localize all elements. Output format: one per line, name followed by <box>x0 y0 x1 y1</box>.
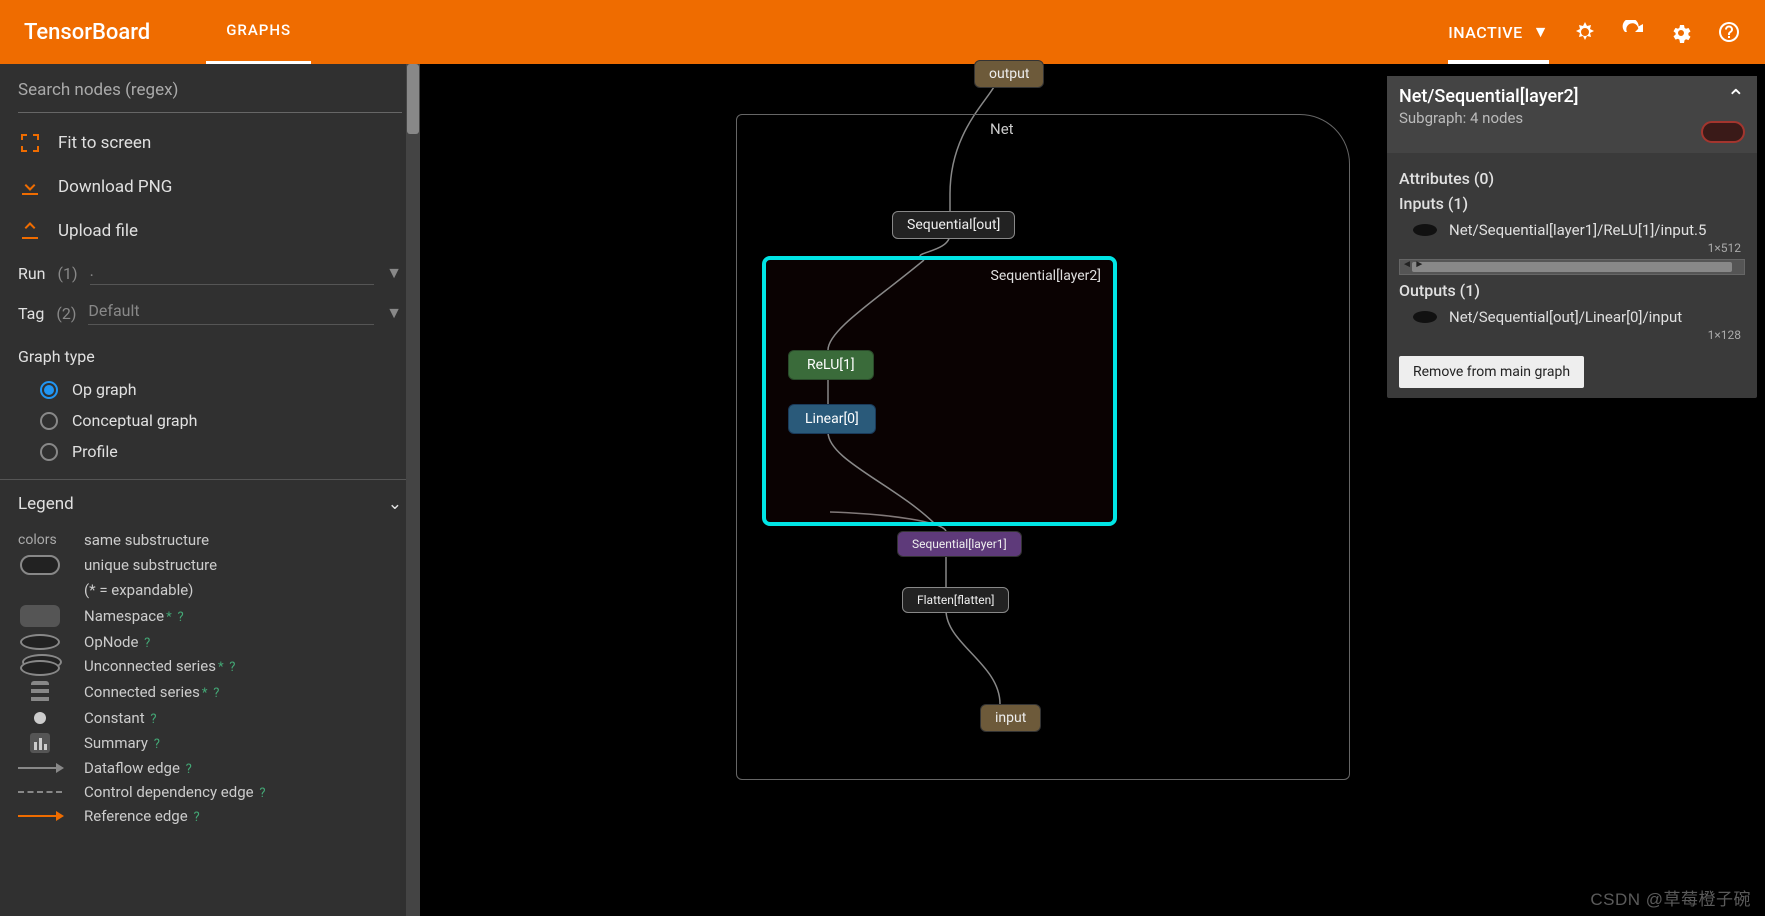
node-layer2-label: Sequential[layer2] <box>991 268 1101 284</box>
tag-selector[interactable]: Tag (2) Default ▼ <box>0 293 420 333</box>
tag-label: Tag <box>18 304 44 323</box>
run-selector[interactable]: Run (1) . ▼ <box>0 253 420 293</box>
mode-dropdown[interactable]: INACTIVE ▼ <box>1448 0 1549 64</box>
graph-type-title: Graph type <box>0 333 420 374</box>
search-input[interactable]: Search nodes (regex) <box>18 80 402 113</box>
chevron-down-icon: ▼ <box>386 303 402 323</box>
legend-constant-icon <box>34 712 46 724</box>
radio-conceptual-graph[interactable]: Conceptual graph <box>0 405 420 436</box>
legend-unconnected: Unconnected series <box>84 657 216 675</box>
help-icon[interactable]: * <box>166 610 172 625</box>
sidebar-scrollbar[interactable] <box>406 64 420 916</box>
refresh-icon[interactable] <box>1621 20 1645 44</box>
legend-reference-icon <box>18 815 62 817</box>
chevron-down-icon: ▼ <box>386 263 402 283</box>
chevron-down-icon: ▼ <box>1533 22 1549 42</box>
run-label: Run <box>18 264 46 283</box>
node-input[interactable]: input <box>980 704 1041 732</box>
legend-expandable: (* = expandable) <box>84 581 193 599</box>
input-dim: 1×512 <box>1399 241 1745 255</box>
node-relu[interactable]: ReLU[1] <box>788 350 874 380</box>
input-item[interactable]: Net/Sequential[layer1]/ReLU[1]/input.5 <box>1399 219 1745 241</box>
upload-label: Upload file <box>58 221 138 241</box>
watermark: CSDN @草莓橙子碗 <box>1590 885 1751 910</box>
legend-title: Legend <box>18 494 74 514</box>
legend-constant: Constant <box>84 709 145 727</box>
legend-opnode-icon <box>20 634 60 650</box>
legend-same-sub: same substructure <box>84 531 209 549</box>
node-output[interactable]: output <box>974 60 1044 88</box>
download-png-button[interactable]: Download PNG <box>0 165 420 209</box>
node-flatten[interactable]: Flatten[flatten] <box>902 587 1009 613</box>
run-count: (1) <box>58 264 78 283</box>
output-item[interactable]: Net/Sequential[out]/Linear[0]/input <box>1399 306 1745 328</box>
settings-icon[interactable] <box>1669 20 1693 44</box>
legend-control: Control dependency edge <box>84 783 254 801</box>
legend-connected: Connected series <box>84 683 200 701</box>
tab-graphs[interactable]: GRAPHS <box>206 0 311 65</box>
legend-dataflow: Dataflow edge <box>84 759 180 777</box>
legend-pill-icon <box>20 555 60 575</box>
legend-namespace: Namespace <box>84 607 164 625</box>
legend-connected-icon <box>31 681 49 703</box>
output-item-label: Net/Sequential[out]/Linear[0]/input <box>1449 308 1682 326</box>
net-label: Net <box>990 120 1014 138</box>
help-icon[interactable] <box>1717 20 1741 44</box>
legend-unique-sub: unique substructure <box>84 556 217 574</box>
legend-summary-icon <box>30 733 50 753</box>
node-dot-icon <box>1413 224 1437 236</box>
fit-screen-label: Fit to screen <box>58 133 151 153</box>
radio-label: Conceptual graph <box>72 411 197 430</box>
app-header: TensorBoard GRAPHS INACTIVE ▼ <box>0 0 1765 64</box>
info-subgraph: Subgraph: 4 nodes <box>1399 109 1579 127</box>
legend-unconnected-icon <box>20 657 60 675</box>
input-item-label: Net/Sequential[layer1]/ReLU[1]/input.5 <box>1449 221 1706 239</box>
download-label: Download PNG <box>58 177 172 197</box>
output-dim: 1×128 <box>1399 328 1745 342</box>
mode-label: INACTIVE <box>1448 23 1522 42</box>
node-color-badge <box>1701 121 1745 143</box>
legend-dataflow-icon <box>18 767 62 769</box>
legend-header[interactable]: Legend ⌄ <box>0 479 420 528</box>
sidebar: Search nodes (regex) Fit to screen Downl… <box>0 64 420 916</box>
fit-screen-button[interactable]: Fit to screen <box>0 121 420 165</box>
fit-screen-icon <box>18 131 42 155</box>
legend-namespace-icon <box>20 605 60 627</box>
legend-body: colors same substructure unique substruct… <box>0 528 420 828</box>
app-logo: TensorBoard <box>24 20 150 45</box>
node-linear[interactable]: Linear[0] <box>788 404 876 434</box>
inputs-section: Inputs (1) <box>1399 194 1745 213</box>
info-panel: Net/Sequential[layer2] Subgraph: 4 nodes… <box>1387 76 1757 398</box>
radio-icon <box>40 381 58 399</box>
radio-profile[interactable]: Profile <box>0 436 420 467</box>
info-horizontal-scrollbar[interactable] <box>1399 259 1745 275</box>
attributes-section: Attributes (0) <box>1399 169 1745 188</box>
radio-icon <box>40 443 58 461</box>
node-sequential-layer1[interactable]: Sequential[layer1] <box>897 531 1022 557</box>
brightness-icon[interactable] <box>1573 20 1597 44</box>
download-icon <box>18 175 42 199</box>
legend-reference: Reference edge <box>84 807 188 825</box>
tag-count: (2) <box>56 304 76 323</box>
legend-opnode: OpNode <box>84 633 138 651</box>
collapse-icon[interactable]: ⌃ <box>1727 86 1745 111</box>
legend-control-icon <box>18 791 62 793</box>
chevron-down-icon: ⌄ <box>388 494 402 514</box>
remove-from-graph-button[interactable]: Remove from main graph <box>1399 356 1584 388</box>
radio-op-graph[interactable]: Op graph <box>0 374 420 405</box>
node-sequential-layer2[interactable]: Sequential[layer2] ReLU[1] Linear[0] <box>762 256 1117 526</box>
radio-icon <box>40 412 58 430</box>
radio-label: Profile <box>72 442 118 461</box>
run-value: . <box>90 261 375 285</box>
radio-label: Op graph <box>72 380 137 399</box>
tag-value: Default <box>88 301 374 325</box>
node-dot-icon <box>1413 311 1437 323</box>
upload-icon <box>18 219 42 243</box>
outputs-section: Outputs (1) <box>1399 281 1745 300</box>
upload-file-button[interactable]: Upload file <box>0 209 420 253</box>
info-title: Net/Sequential[layer2] <box>1399 86 1579 107</box>
legend-summary: Summary <box>84 734 148 752</box>
node-sequential-out[interactable]: Sequential[out] <box>892 211 1015 239</box>
legend-colors-label: colors <box>18 532 62 548</box>
